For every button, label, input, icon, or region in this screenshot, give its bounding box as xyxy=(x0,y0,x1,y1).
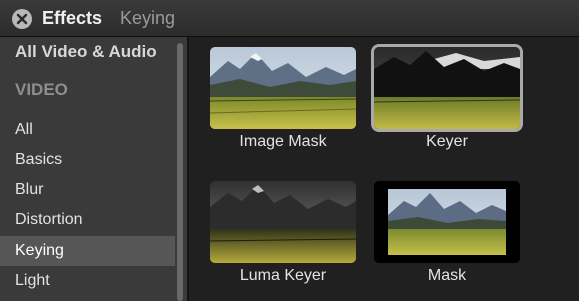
effects-grid: Image Mask Keyer Luma Keyer Mask xyxy=(189,37,579,301)
panel-title: Effects xyxy=(42,8,103,28)
effect-thumbnail xyxy=(210,47,356,129)
effect-label: Image Mask xyxy=(239,133,327,150)
effect-thumbnail xyxy=(374,47,520,129)
effect-label: Luma Keyer xyxy=(239,267,327,284)
effect-label: Keyer xyxy=(426,133,468,150)
sidebar-item-basics[interactable]: Basics xyxy=(0,145,175,175)
category-sidebar: All Video & Audio VIDEO All Basics Blur … xyxy=(0,37,189,301)
sidebar-item-blur[interactable]: Blur xyxy=(0,175,175,205)
sidebar-item-distortion[interactable]: Distortion xyxy=(0,205,175,235)
sidebar-scrollbar[interactable] xyxy=(177,43,183,301)
effect-label: Mask xyxy=(427,267,467,284)
sidebar-item-light[interactable]: Light xyxy=(0,266,175,296)
effect-thumbnail xyxy=(210,181,356,263)
sidebar-item-all-video-audio[interactable]: All Video & Audio xyxy=(0,37,175,67)
sidebar-item-keying[interactable]: Keying xyxy=(0,236,175,266)
sidebar-item-all[interactable]: All xyxy=(0,115,175,145)
sidebar-section-video: VIDEO xyxy=(15,80,68,99)
close-icon[interactable] xyxy=(12,9,32,29)
effects-header: Effects Keying xyxy=(0,0,579,37)
effect-thumbnail xyxy=(374,181,520,263)
breadcrumb: Keying xyxy=(120,8,176,28)
